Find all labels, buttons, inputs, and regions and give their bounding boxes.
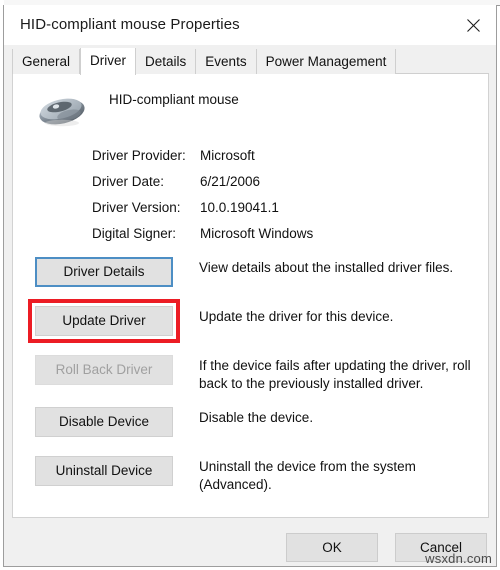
- close-button[interactable]: [450, 5, 496, 45]
- update-driver-row: Update Driver Update the driver for this…: [13, 301, 488, 350]
- mouse-icon: [35, 90, 91, 130]
- driver-provider-row: Driver Provider: Microsoft: [92, 142, 452, 168]
- uninstall-device-description: Uninstall the device from the system (Ad…: [199, 458, 473, 494]
- device-name: HID-compliant mouse: [109, 92, 239, 107]
- driver-details-row: Driver Details View details about the in…: [13, 252, 488, 301]
- desktop-background: HID-compliant mouse Properties General D…: [0, 0, 500, 570]
- digital-signer-label: Digital Signer:: [92, 226, 200, 241]
- driver-version-value: 10.0.19041.1: [200, 200, 279, 215]
- update-driver-button[interactable]: Update Driver: [35, 306, 173, 336]
- driver-tab-panel: HID-compliant mouse Driver Provider: Mic…: [12, 74, 489, 518]
- window-title: HID-compliant mouse Properties: [20, 16, 240, 33]
- digital-signer-row: Digital Signer: Microsoft Windows: [92, 220, 452, 246]
- disable-device-button[interactable]: Disable Device: [35, 407, 173, 437]
- tab-events[interactable]: Events: [196, 49, 256, 74]
- driver-date-row: Driver Date: 6/21/2006: [92, 168, 452, 194]
- driver-details-button[interactable]: Driver Details: [35, 257, 173, 287]
- tab-list: General Driver Details Events Power Mana…: [12, 48, 396, 74]
- uninstall-device-button[interactable]: Uninstall Device: [35, 456, 173, 486]
- roll-back-driver-row: Roll Back Driver If the device fails aft…: [13, 350, 488, 402]
- update-driver-description: Update the driver for this device.: [199, 308, 473, 326]
- driver-version-row: Driver Version: 10.0.19041.1: [92, 194, 452, 220]
- tab-power-management[interactable]: Power Management: [257, 49, 397, 74]
- disable-device-row: Disable Device Disable the device.: [13, 402, 488, 451]
- driver-date-value: 6/21/2006: [200, 174, 260, 189]
- roll-back-driver-description: If the device fails after updating the d…: [199, 357, 473, 393]
- device-header: HID-compliant mouse: [13, 86, 488, 134]
- digital-signer-value: Microsoft Windows: [200, 226, 313, 241]
- roll-back-driver-button: Roll Back Driver: [35, 355, 173, 385]
- disable-device-description: Disable the device.: [199, 409, 473, 427]
- ok-button[interactable]: OK: [286, 533, 378, 562]
- driver-provider-label: Driver Provider:: [92, 148, 200, 163]
- driver-provider-value: Microsoft: [200, 148, 255, 163]
- driver-actions: Driver Details View details about the in…: [13, 252, 488, 500]
- properties-dialog: HID-compliant mouse Properties General D…: [3, 5, 497, 567]
- tab-general[interactable]: General: [12, 49, 80, 74]
- tab-strip: General Driver Details Events Power Mana…: [4, 45, 496, 74]
- driver-details-description: View details about the installed driver …: [199, 259, 473, 277]
- tab-driver[interactable]: Driver: [80, 48, 136, 75]
- watermark: wsxdn.com: [425, 551, 492, 566]
- uninstall-device-row: Uninstall Device Uninstall the device fr…: [13, 451, 488, 500]
- driver-date-label: Driver Date:: [92, 174, 200, 189]
- title-bar: HID-compliant mouse Properties: [4, 5, 496, 45]
- driver-info-list: Driver Provider: Microsoft Driver Date: …: [92, 142, 452, 246]
- close-icon: [467, 19, 480, 32]
- driver-version-label: Driver Version:: [92, 200, 200, 215]
- dialog-footer: OK Cancel: [4, 518, 496, 566]
- tab-details[interactable]: Details: [136, 49, 196, 74]
